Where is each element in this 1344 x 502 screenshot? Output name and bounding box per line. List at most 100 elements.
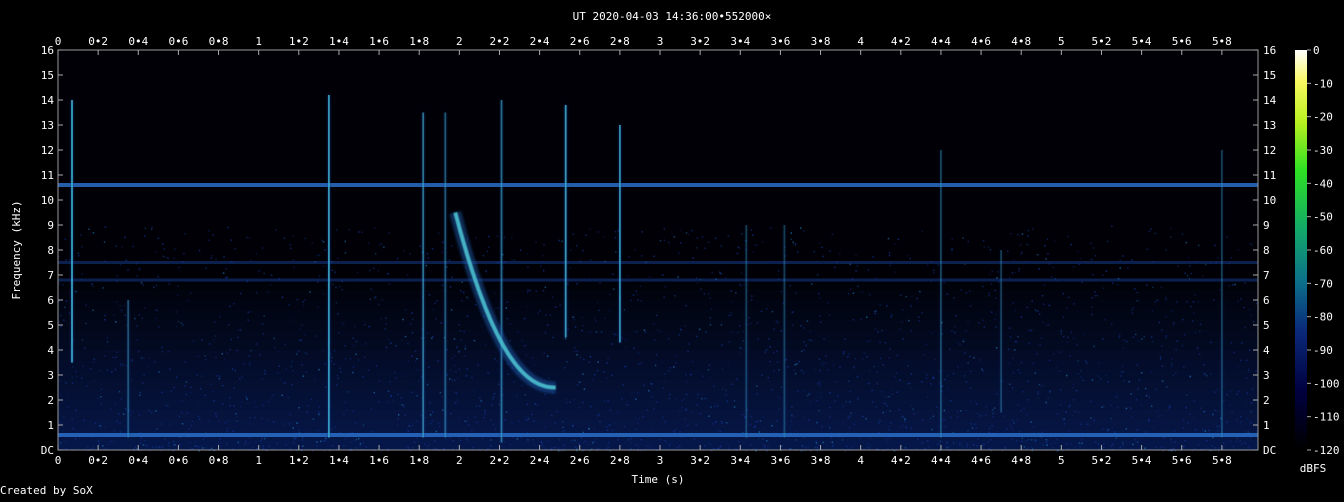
noise-speckle xyxy=(659,239,662,242)
noise-speckle xyxy=(324,440,326,442)
noise-speckle xyxy=(483,409,486,412)
noise-speckle xyxy=(1094,291,1096,293)
noise-speckle xyxy=(290,247,292,250)
noise-speckle xyxy=(485,270,487,273)
noise-speckle xyxy=(247,311,249,313)
noise-speckle xyxy=(109,440,112,443)
noise-speckle xyxy=(158,371,160,373)
noise-speckle xyxy=(556,410,559,412)
noise-speckle xyxy=(625,346,627,349)
noise-speckle xyxy=(1160,414,1162,417)
noise-speckle xyxy=(1159,358,1162,360)
noise-speckle xyxy=(1093,420,1095,423)
noise-speckle xyxy=(946,375,949,377)
noise-speckle xyxy=(1172,374,1175,377)
noise-speckle xyxy=(218,438,221,440)
noise-speckle xyxy=(276,372,279,374)
noise-speckle xyxy=(504,440,506,443)
noise-speckle xyxy=(414,350,417,353)
y-tick-label-right: 9 xyxy=(1263,219,1270,232)
noise-speckle xyxy=(292,235,294,237)
noise-speckle xyxy=(1106,240,1109,243)
noise-speckle xyxy=(384,328,386,330)
noise-speckle xyxy=(104,319,106,321)
noise-speckle xyxy=(339,285,341,288)
noise-speckle xyxy=(1101,406,1103,408)
noise-speckle xyxy=(787,438,790,440)
noise-speckle xyxy=(352,371,354,374)
noise-speckle xyxy=(213,399,216,402)
noise-speckle xyxy=(1094,295,1097,297)
noise-speckle xyxy=(778,407,780,409)
noise-speckle xyxy=(85,304,87,307)
noise-speckle xyxy=(335,302,338,304)
noise-speckle xyxy=(700,288,702,290)
noise-speckle xyxy=(1189,376,1191,379)
noise-speckle xyxy=(210,257,213,259)
x-tick-label-bottom: 0•6 xyxy=(168,454,188,467)
noise-speckle xyxy=(374,296,377,298)
noise-speckle xyxy=(773,328,775,330)
noise-speckle xyxy=(806,320,809,322)
noise-speckle xyxy=(730,314,732,317)
noise-speckle xyxy=(406,274,409,276)
noise-speckle xyxy=(1165,298,1167,301)
noise-speckle xyxy=(68,312,71,314)
y-tick-label-left: 16 xyxy=(41,44,54,57)
noise-speckle xyxy=(976,445,978,447)
noise-speckle xyxy=(1102,428,1104,430)
noise-speckle xyxy=(229,404,231,407)
noise-speckle xyxy=(374,252,377,255)
noise-speckle xyxy=(1250,437,1252,439)
noise-speckle xyxy=(144,307,146,309)
noise-speckle xyxy=(1097,443,1100,445)
noise-speckle xyxy=(1107,381,1109,383)
noise-speckle xyxy=(106,369,109,371)
x-tick-label-top: 1•8 xyxy=(409,35,429,48)
noise-speckle xyxy=(1050,443,1052,446)
noise-speckle xyxy=(642,416,645,418)
x-tick-label-top: 5•6 xyxy=(1172,35,1192,48)
noise-speckle xyxy=(551,447,553,449)
noise-speckle xyxy=(120,398,123,400)
noise-speckle xyxy=(1100,378,1102,380)
noise-speckle xyxy=(697,282,699,284)
noise-speckle xyxy=(511,259,513,261)
noise-speckle xyxy=(526,253,529,255)
noise-speckle xyxy=(1244,442,1246,444)
noise-speckle xyxy=(1079,257,1082,260)
noise-speckle xyxy=(401,404,403,406)
x-tick-label-top: 2•8 xyxy=(610,35,630,48)
noise-speckle xyxy=(527,289,529,291)
noise-speckle xyxy=(1019,253,1022,255)
noise-speckle xyxy=(208,230,210,232)
noise-speckle xyxy=(689,373,692,376)
noise-speckle xyxy=(1018,431,1021,433)
noise-speckle xyxy=(989,439,992,441)
noise-speckle xyxy=(965,292,968,294)
noise-speckle xyxy=(1092,247,1095,249)
noise-speckle xyxy=(174,248,176,251)
noise-speckle xyxy=(225,267,227,270)
noise-speckle xyxy=(127,269,129,271)
noise-speckle xyxy=(343,413,345,416)
noise-speckle xyxy=(289,413,291,416)
noise-speckle xyxy=(561,240,563,243)
noise-speckle xyxy=(441,251,443,254)
noise-speckle xyxy=(611,374,613,377)
noise-speckle xyxy=(1032,228,1034,230)
noise-speckle xyxy=(1037,397,1040,399)
noise-band xyxy=(58,290,1258,300)
noise-speckle xyxy=(910,405,913,407)
noise-speckle xyxy=(1136,291,1139,294)
noise-speckle xyxy=(1247,446,1250,448)
noise-speckle xyxy=(155,284,158,287)
noise-speckle xyxy=(492,423,495,426)
noise-speckle xyxy=(679,229,682,231)
noise-speckle xyxy=(975,402,978,405)
x-tick-label-bottom: 2•6 xyxy=(570,454,590,467)
noise-speckle xyxy=(904,418,906,420)
noise-speckle xyxy=(916,297,918,300)
noise-speckle xyxy=(98,443,100,445)
noise-speckle xyxy=(434,440,436,442)
